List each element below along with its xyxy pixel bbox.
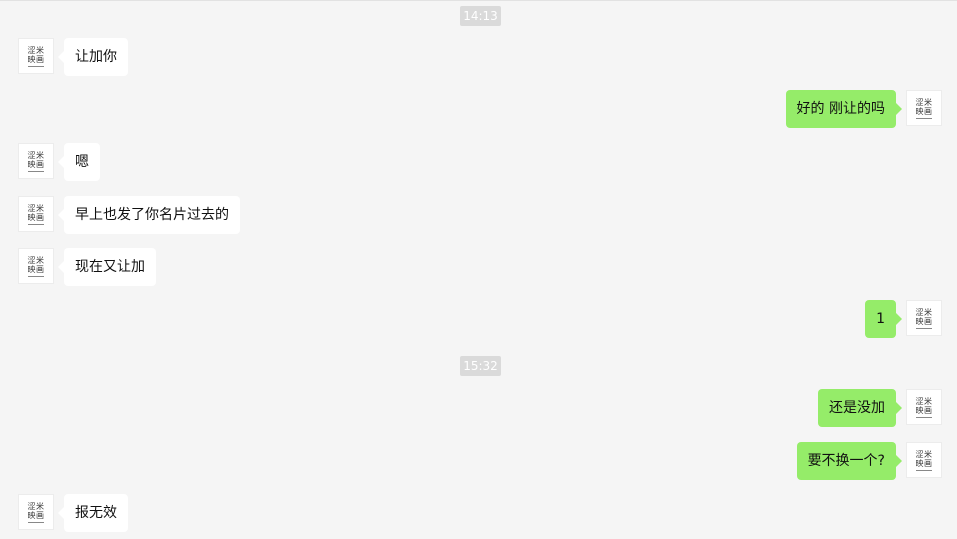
outgoing-message-bubble[interactable]: 1 bbox=[865, 300, 902, 338]
avatar-text: 映画 bbox=[27, 159, 45, 169]
outgoing-message-bubble[interactable]: 还是没加 bbox=[818, 389, 902, 427]
avatar-text: 映画 bbox=[915, 458, 933, 468]
message-row: 涩米 映画 让加你 bbox=[0, 38, 957, 76]
contact-avatar[interactable]: 涩米 映画 bbox=[18, 196, 54, 232]
message-row: 好的 刚让的吗 涩米 映画 bbox=[0, 90, 957, 128]
avatar-divider bbox=[916, 469, 932, 471]
outgoing-message-bubble[interactable]: 要不换一个? bbox=[796, 442, 903, 480]
self-avatar[interactable]: 涩米 映画 bbox=[906, 442, 942, 478]
avatar-text: 涩米 bbox=[915, 449, 933, 459]
contact-avatar[interactable]: 涩米 映画 bbox=[18, 143, 54, 179]
avatar-text: 映画 bbox=[915, 405, 933, 415]
avatar-text: 涩米 bbox=[915, 307, 933, 317]
incoming-message-bubble[interactable]: 报无效 bbox=[58, 494, 128, 532]
message-row: 涩米 映画 报无效 bbox=[0, 494, 957, 532]
avatar-text: 涩米 bbox=[27, 150, 45, 160]
avatar-text: 涩米 bbox=[915, 396, 933, 406]
message-row: 还是没加 涩米 映画 bbox=[0, 389, 957, 427]
avatar-text: 涩米 bbox=[915, 97, 933, 107]
chat-area: 14:13 涩米 映画 让加你 好的 刚让的吗 涩米 映画 涩米 映画 嗯 涩米… bbox=[0, 0, 957, 539]
avatar-text: 映画 bbox=[915, 316, 933, 326]
avatar-divider bbox=[28, 521, 44, 523]
avatar-text: 映画 bbox=[27, 264, 45, 274]
incoming-message-bubble[interactable]: 早上也发了你名片过去的 bbox=[58, 196, 240, 234]
incoming-message-bubble[interactable]: 嗯 bbox=[58, 143, 100, 181]
message-row: 涩米 映画 现在又让加 bbox=[0, 248, 957, 286]
timestamp: 15:32 bbox=[460, 356, 501, 376]
avatar-divider bbox=[28, 65, 44, 67]
message-row: 要不换一个? 涩米 映画 bbox=[0, 442, 957, 480]
self-avatar[interactable]: 涩米 映画 bbox=[906, 90, 942, 126]
avatar-text: 涩米 bbox=[27, 255, 45, 265]
avatar-divider bbox=[916, 117, 932, 119]
message-row: 1 涩米 映画 bbox=[0, 300, 957, 338]
avatar-divider bbox=[28, 223, 44, 225]
avatar-text: 映画 bbox=[27, 510, 45, 520]
incoming-message-bubble[interactable]: 现在又让加 bbox=[58, 248, 156, 286]
avatar-text: 涩米 bbox=[27, 203, 45, 213]
self-avatar[interactable]: 涩米 映画 bbox=[906, 300, 942, 336]
outgoing-message-bubble[interactable]: 好的 刚让的吗 bbox=[785, 90, 903, 128]
self-avatar[interactable]: 涩米 映画 bbox=[906, 389, 942, 425]
timestamp: 14:13 bbox=[460, 6, 501, 26]
message-row: 涩米 映画 早上也发了你名片过去的 bbox=[0, 196, 957, 234]
contact-avatar[interactable]: 涩米 映画 bbox=[18, 38, 54, 74]
incoming-message-bubble[interactable]: 让加你 bbox=[58, 38, 128, 76]
avatar-text: 映画 bbox=[915, 106, 933, 116]
avatar-text: 映画 bbox=[27, 54, 45, 64]
contact-avatar[interactable]: 涩米 映画 bbox=[18, 248, 54, 284]
avatar-text: 涩米 bbox=[27, 501, 45, 511]
avatar-divider bbox=[28, 170, 44, 172]
avatar-divider bbox=[916, 416, 932, 418]
contact-avatar[interactable]: 涩米 映画 bbox=[18, 494, 54, 530]
avatar-text: 映画 bbox=[27, 212, 45, 222]
avatar-divider bbox=[916, 327, 932, 329]
message-row: 涩米 映画 嗯 bbox=[0, 143, 957, 181]
avatar-text: 涩米 bbox=[27, 45, 45, 55]
avatar-divider bbox=[28, 275, 44, 277]
